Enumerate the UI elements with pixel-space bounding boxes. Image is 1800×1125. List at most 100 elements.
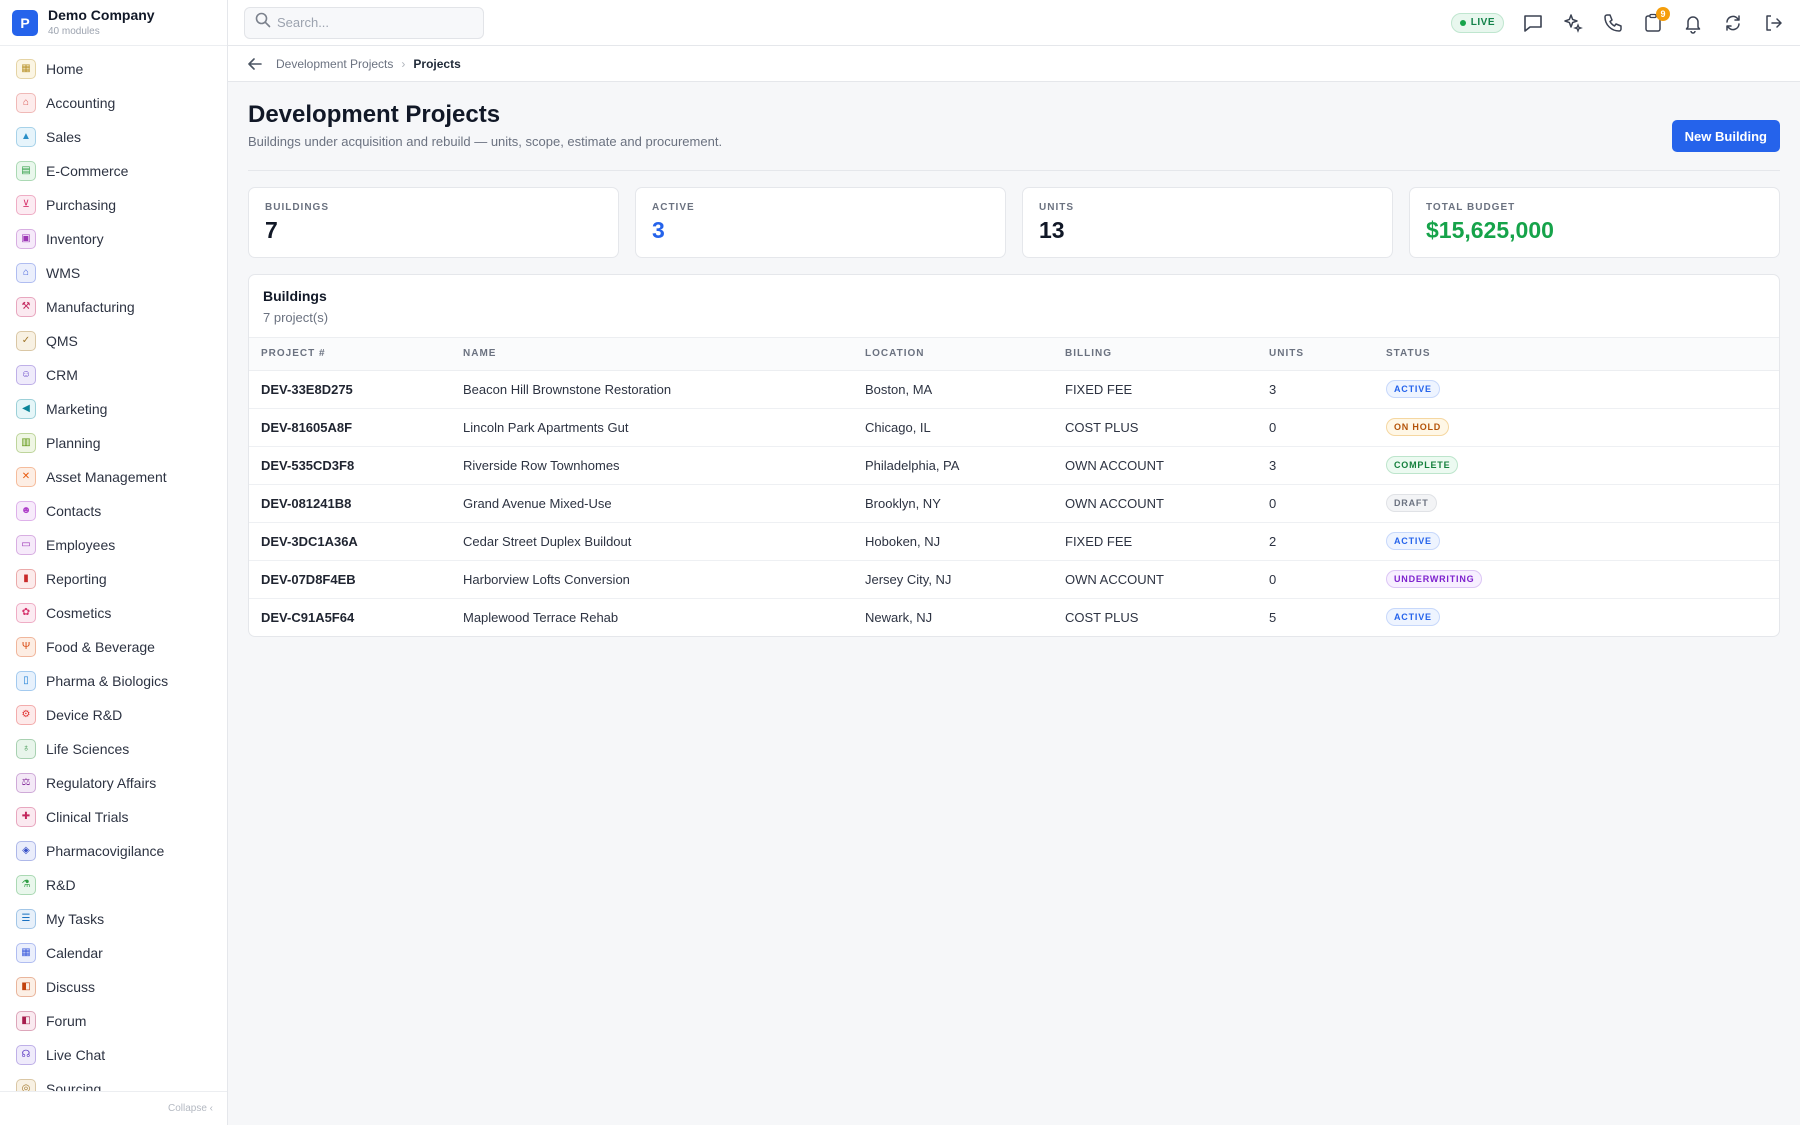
ai-sparkle-icon[interactable] bbox=[1562, 12, 1584, 34]
project-number-cell: DEV-C91A5F64 bbox=[261, 609, 355, 625]
column-header[interactable]: UNITS bbox=[1257, 338, 1374, 371]
status-cell: DRAFT bbox=[1374, 484, 1779, 523]
checklist-icon: ☰ bbox=[16, 909, 36, 929]
table-row[interactable]: DEV-07D8F4EB Harborview Lofts Conversion J… bbox=[249, 560, 1779, 599]
sidebar-item-crm[interactable]: ☺ CRM bbox=[0, 358, 227, 392]
sidebar-item-accounting[interactable]: ⌂ Accounting bbox=[0, 86, 227, 120]
sidebar-item-purchasing[interactable]: ⊻ Purchasing bbox=[0, 188, 227, 222]
billing-cell: FIXED FEE bbox=[1053, 522, 1257, 561]
sidebar-item-discuss[interactable]: ◧ Discuss bbox=[0, 970, 227, 1004]
sidebar-item-my-tasks[interactable]: ☰ My Tasks bbox=[0, 902, 227, 936]
table-row[interactable]: DEV-81605A8F Lincoln Park Apartments Gut C… bbox=[249, 408, 1779, 447]
sidebar-item-life-sciences[interactable]: ♁ Life Sciences bbox=[0, 732, 227, 766]
sidebar-item-label: Life Sciences bbox=[46, 741, 130, 757]
sidebar-item-marketing[interactable]: ◀ Marketing bbox=[0, 392, 227, 426]
sidebar-item-label: Regulatory Affairs bbox=[46, 775, 157, 791]
phone-icon[interactable] bbox=[1602, 12, 1624, 34]
sidebar-item-device-r-d[interactable]: ⚙ Device R&D bbox=[0, 698, 227, 732]
project-number-cell: DEV-3DC1A36A bbox=[249, 522, 451, 561]
sidebar-item-label: Device R&D bbox=[46, 707, 123, 723]
sidebar-item-planning[interactable]: ▥ Planning bbox=[0, 426, 227, 460]
column-header[interactable]: PROJECT # bbox=[249, 338, 451, 371]
tools-icon: ✕ bbox=[16, 467, 36, 487]
status-badge: ACTIVE bbox=[1386, 380, 1440, 398]
live-label: LIVE bbox=[1470, 17, 1495, 28]
sidebar-item-forum[interactable]: ◧ Forum bbox=[0, 1004, 227, 1038]
status-cell: ON HOLD bbox=[1374, 408, 1779, 447]
billing-cell: COST PLUS bbox=[1065, 609, 1139, 625]
sidebar-item-sourcing[interactable]: ◎ Sourcing bbox=[0, 1072, 227, 1091]
messages-icon[interactable] bbox=[1522, 12, 1544, 34]
search-icon bbox=[255, 12, 271, 33]
sidebar-item-r-d[interactable]: ⚗ R&D bbox=[0, 868, 227, 902]
sidebar-item-label: Calendar bbox=[46, 945, 103, 961]
back-arrow-icon[interactable] bbox=[246, 55, 264, 73]
sidebar-item-regulatory-affairs[interactable]: ⚖ Regulatory Affairs bbox=[0, 766, 227, 800]
column-header[interactable]: BILLING bbox=[1053, 338, 1257, 371]
tasks-clipboard-icon[interactable]: 9 bbox=[1642, 6, 1670, 34]
refresh-icon[interactable] bbox=[1722, 12, 1744, 34]
logout-icon[interactable] bbox=[1762, 12, 1784, 34]
sidebar-item-live-chat[interactable]: ☊ Live Chat bbox=[0, 1038, 227, 1072]
billing-cell: COST PLUS bbox=[1053, 408, 1257, 447]
sidebar-item-manufacturing[interactable]: ⚒ Manufacturing bbox=[0, 290, 227, 324]
project-name-cell: Harborview Lofts Conversion bbox=[451, 560, 853, 599]
warehouse-icon: ⌂ bbox=[16, 263, 36, 283]
sidebar-item-label: Reporting bbox=[46, 571, 107, 587]
search-box[interactable] bbox=[244, 6, 484, 39]
table-row[interactable]: DEV-33E8D275 Beacon Hill Brownstone Resto… bbox=[249, 370, 1779, 409]
search-input[interactable] bbox=[277, 15, 467, 30]
brand[interactable]: P Demo Company 40 modules bbox=[0, 0, 227, 46]
units-cell: 0 bbox=[1257, 484, 1374, 523]
units-cell: 5 bbox=[1269, 609, 1277, 625]
sidebar-item-inventory[interactable]: ▣ Inventory bbox=[0, 222, 227, 256]
sidebar-item-reporting[interactable]: ▮ Reporting bbox=[0, 562, 227, 596]
sidebar-item-calendar[interactable]: ▦ Calendar bbox=[0, 936, 227, 970]
sidebar-item-home[interactable]: ▦ Home bbox=[0, 52, 227, 86]
clinical-icon: ✚ bbox=[16, 807, 36, 827]
sidebar-item-contacts[interactable]: ☻ Contacts bbox=[0, 494, 227, 528]
sidebar-item-wms[interactable]: ⌂ WMS bbox=[0, 256, 227, 290]
project-name-cell: Maplewood Terrace Rehab bbox=[463, 609, 619, 625]
topbar: LIVE 9 bbox=[228, 0, 1800, 46]
units-cell: 3 bbox=[1257, 446, 1374, 485]
column-header[interactable]: STATUS bbox=[1374, 338, 1779, 371]
sidebar-item-cosmetics[interactable]: ✿ Cosmetics bbox=[0, 596, 227, 630]
box-icon: ▣ bbox=[16, 229, 36, 249]
sidebar-item-employees[interactable]: ▭ Employees bbox=[0, 528, 227, 562]
sidebar-item-pharmacovigilance[interactable]: ◈ Pharmacovigilance bbox=[0, 834, 227, 868]
sidebar-item-clinical-trials[interactable]: ✚ Clinical Trials bbox=[0, 800, 227, 834]
calendar-icon: ▦ bbox=[16, 943, 36, 963]
project-number-cell: DEV-33E8D275 bbox=[249, 370, 451, 409]
column-header[interactable]: LOCATION bbox=[853, 338, 1053, 371]
breadcrumb-parent-link[interactable]: Development Projects bbox=[276, 57, 393, 71]
table-row[interactable]: DEV-535CD3F8 Riverside Row Townhomes Phila… bbox=[249, 446, 1779, 485]
table-row[interactable]: DEV-C91A5F64 Maplewood Terrace Rehab Newar… bbox=[249, 598, 1779, 636]
briefcase-icon: ▭ bbox=[16, 535, 36, 555]
sidebar-item-label: Sourcing bbox=[46, 1081, 102, 1091]
microscope-icon: ♁ bbox=[16, 739, 36, 759]
new-building-button[interactable]: New Building bbox=[1671, 120, 1780, 152]
stat-value: 7 bbox=[265, 217, 278, 243]
buildings-card: Buildings 7 project(s) PROJECT # NAME LOCA… bbox=[248, 274, 1780, 637]
sidebar-item-label: My Tasks bbox=[46, 911, 105, 927]
sidebar-item-pharma-biologics[interactable]: ▯ Pharma & Biologics bbox=[0, 664, 227, 698]
table-row[interactable]: DEV-081241B8 Grand Avenue Mixed-Use Brookl… bbox=[249, 484, 1779, 523]
location-cell: Philadelphia, PA bbox=[853, 446, 1053, 485]
project-count: 7 project(s) bbox=[263, 310, 329, 325]
sidebar-item-sales[interactable]: ▲ Sales bbox=[0, 120, 227, 154]
stat-card-units: UNITS 13 bbox=[1022, 187, 1393, 258]
sidebar-item-asset-management[interactable]: ✕ Asset Management bbox=[0, 460, 227, 494]
sidebar-item-food-beverage[interactable]: Ψ Food & Beverage bbox=[0, 630, 227, 664]
table-row[interactable]: DEV-3DC1A36A Cedar Street Duplex Buildout… bbox=[249, 522, 1779, 561]
project-number-cell: DEV-81605A8F bbox=[249, 408, 451, 447]
sidebar-item-e-commerce[interactable]: ▤ E-Commerce bbox=[0, 154, 227, 188]
live-status-badge: LIVE bbox=[1450, 12, 1504, 33]
badge-icon: ▲ bbox=[16, 127, 36, 147]
collapse-button[interactable]: Collapse ‹ bbox=[0, 1091, 227, 1125]
status-badge: COMPLETE bbox=[1386, 456, 1459, 474]
column-header[interactable]: NAME bbox=[451, 338, 853, 371]
bell-icon[interactable] bbox=[1682, 12, 1704, 34]
sidebar-item-label: Home bbox=[46, 61, 84, 77]
sidebar-item-qms[interactable]: ✓ QMS bbox=[0, 324, 227, 358]
